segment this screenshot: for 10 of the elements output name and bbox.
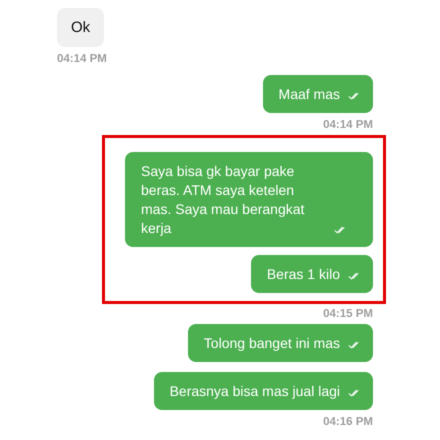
- timestamp: 04:16 PM: [323, 416, 373, 428]
- timestamp: 04:14 PM: [323, 119, 373, 131]
- message-text: Tolong banget ini mas: [204, 334, 340, 353]
- timestamp: 04:14 PM: [57, 53, 107, 65]
- message-text: Ok: [71, 18, 90, 37]
- timestamp: 04:15 PM: [323, 308, 373, 320]
- message-text: Beras 1 kilo: [266, 265, 340, 284]
- message-text: Saya bisa gk bayar pake beras. ATM saya ketelen mas. Saya mau berangkat kerja: [141, 162, 306, 238]
- message-text: Maaf mas: [278, 85, 340, 104]
- message-text: Berasnya bisa mas jual lagi: [170, 382, 340, 401]
